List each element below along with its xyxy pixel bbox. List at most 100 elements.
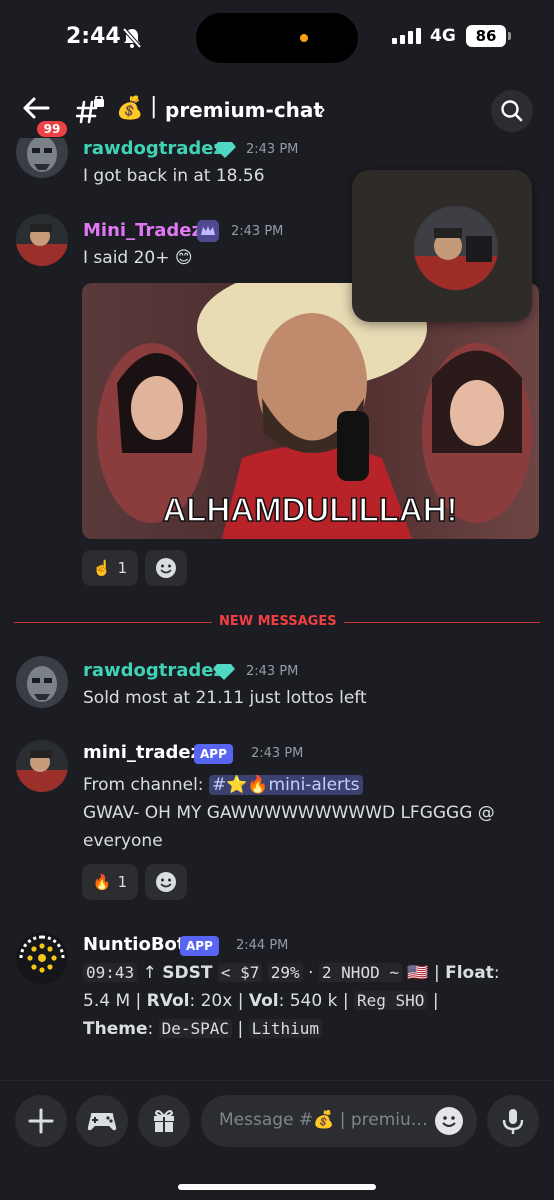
bot-avatar[interactable] (16, 932, 68, 984)
message-placeholder: Message #💰 | premium-chat (219, 1110, 431, 1130)
add-reaction-icon (156, 558, 176, 578)
rvol-label: RVol (146, 991, 190, 1011)
message-text: GWAV- OH MY GAWWWWWWWWWD LFGGGG @ (83, 803, 495, 823)
theme-tag: De-SPAC (158, 1019, 233, 1038)
ticker: SDST (162, 963, 213, 983)
app-badge: APP (194, 744, 233, 764)
signal-icon (392, 28, 421, 44)
separator: | (237, 1019, 244, 1039)
channel-mention[interactable]: #⭐🔥mini-alerts (208, 775, 363, 795)
activity-dot (300, 34, 308, 42)
status-time: 2:44 (66, 24, 121, 49)
new-messages-label: NEW MESSAGES (212, 614, 344, 629)
status-bar: 2:44 4G 86 (0, 0, 554, 76)
username[interactable]: NuntioBot (83, 934, 186, 955)
avatar[interactable] (16, 656, 68, 708)
avatar[interactable] (16, 214, 68, 266)
timestamp: 2:43 PM (231, 224, 284, 239)
home-indicator (178, 1184, 376, 1190)
gift-icon (154, 1110, 174, 1132)
reaction-emoji: ☝️ (92, 559, 112, 577)
voice-message-button[interactable] (487, 1095, 539, 1147)
timestamp: 2:43 PM (246, 142, 299, 157)
app-badge: APP (180, 936, 219, 956)
message-item: rawdogtradez 2:43 PM Sold most at 21.11 … (0, 656, 554, 716)
pip-avatar (414, 206, 498, 290)
unread-badge: 99 (34, 118, 70, 140)
nhod-count: 2 NHOD ~ (318, 963, 402, 982)
back-arrow-icon[interactable] (22, 96, 50, 120)
rvol-value: : 20x (189, 991, 233, 1011)
search-button[interactable] (491, 90, 533, 132)
alert-line-2: 5.4 M | RVol: 20x | Vol: 540 k | Reg SHO… (83, 987, 439, 1015)
chevron-right-icon[interactable]: › (318, 97, 326, 121)
message-item: NuntioBot APP 2:44 PM 09:43 ↑ SDST < $7 … (0, 932, 554, 1052)
network-type: 4G (430, 26, 456, 46)
reaction-chip[interactable]: ☝️ 1 (82, 550, 138, 586)
emoji-icon (442, 1116, 456, 1127)
bell-slash-icon (122, 27, 142, 49)
activities-button[interactable] (76, 1095, 128, 1147)
diamond-icon (213, 664, 235, 680)
float-label: Float (445, 963, 494, 983)
username[interactable]: Mini_Tradez (83, 220, 202, 241)
reg-sho-tag: Reg SHO (353, 991, 428, 1010)
message-text: I got back in at 18.56 (83, 166, 265, 186)
message-item: mini_tradez APP 2:43 PM From channel: #⭐… (0, 740, 554, 910)
emoji-picker-button[interactable] (435, 1107, 463, 1135)
add-reaction-button[interactable] (145, 550, 187, 586)
colon: : (147, 1019, 154, 1039)
message-input[interactable]: Message #💰 | premium-chat (201, 1095, 477, 1147)
separator: | (237, 991, 244, 1011)
timestamp: 2:43 PM (251, 746, 304, 761)
diamond-icon (214, 142, 236, 158)
crown-icon (197, 220, 219, 242)
message-line: From channel: #⭐🔥mini-alerts (83, 771, 363, 799)
username[interactable]: mini_tradez (83, 742, 201, 763)
add-reaction-icon (156, 872, 176, 892)
add-attachment-button[interactable] (15, 1095, 67, 1147)
search-icon (501, 100, 523, 122)
channel-name[interactable]: premium-chat (165, 98, 323, 122)
theme-tag: Lithium (248, 1019, 323, 1038)
message-text: I said 20+ 😊 (83, 248, 193, 268)
vol-value: : 540 k (278, 991, 338, 1011)
theme-label: Theme (83, 1019, 148, 1039)
username[interactable]: rawdogtradez (83, 138, 224, 159)
channel-emoji: 💰 (116, 96, 144, 121)
reaction-emoji: 🔥 (92, 873, 112, 891)
battery-indicator: 86 (466, 25, 511, 47)
dynamic-island (196, 13, 358, 63)
up-arrow-icon: ↑ (142, 963, 157, 983)
reaction-chip[interactable]: 🔥 1 (82, 864, 138, 900)
vol-label: Vol (248, 991, 279, 1011)
separator: | (432, 991, 439, 1011)
alert-line-1: 09:43 ↑ SDST < $7 29% · 2 NHOD ~ 🇺🇸 | Fl… (83, 959, 500, 987)
voice-pip-card[interactable] (352, 170, 532, 322)
reaction-count: 1 (117, 873, 128, 891)
timestamp: 2:44 PM (236, 938, 289, 953)
add-reaction-button[interactable] (145, 864, 187, 900)
separator: | (433, 963, 440, 983)
pct-change: 29% (267, 963, 303, 982)
avatar[interactable] (16, 740, 68, 792)
microphone-icon (502, 1109, 524, 1134)
gamepad-icon (87, 1113, 117, 1131)
alert-line-3: Theme: De-SPAC | Lithium (83, 1015, 323, 1043)
colon: : (493, 963, 500, 983)
message-text: Sold most at 21.11 just lottos left (83, 688, 367, 708)
message-input-bar: Message #💰 | premium-chat (0, 1080, 554, 1200)
message-text: everyone (83, 831, 163, 851)
hash-lock-icon (76, 96, 104, 124)
float-value: 5.4 M (83, 991, 131, 1011)
separator: | (135, 991, 142, 1011)
reaction-count: 1 (117, 559, 128, 577)
from-channel-label: From channel: (83, 775, 204, 795)
username[interactable]: rawdogtradez (83, 660, 224, 681)
timestamp: 2:43 PM (246, 664, 299, 679)
gift-button[interactable] (138, 1095, 190, 1147)
avatar[interactable] (16, 138, 68, 178)
plus-icon (28, 1108, 54, 1134)
channel-header: 99 💰 | premium-chat › (0, 84, 554, 140)
separator: | (342, 991, 349, 1011)
